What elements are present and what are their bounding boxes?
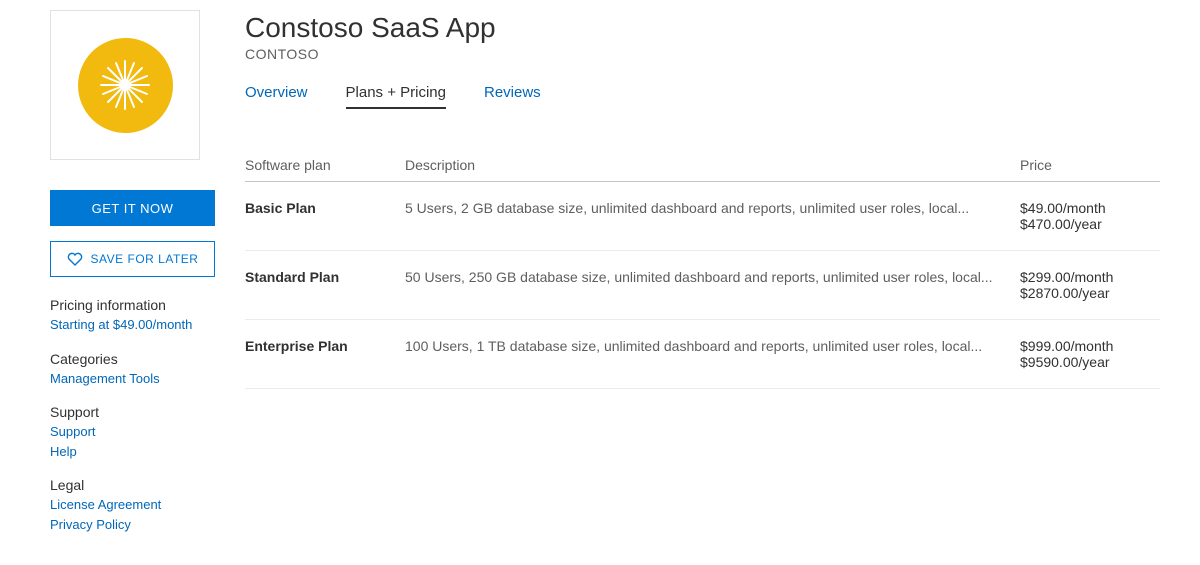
categories-section: Categories Management Tools — [50, 351, 215, 389]
col-header-plan: Software plan — [245, 149, 405, 182]
legal-section: Legal License Agreement Privacy Policy — [50, 477, 215, 534]
legal-label: Legal — [50, 477, 215, 493]
plan-name: Basic Plan — [245, 182, 405, 251]
publisher-name: CONTOSO — [245, 46, 1160, 62]
plan-price: $299.00/month $2870.00/year — [1020, 251, 1160, 320]
tab-plans-pricing[interactable]: Plans + Pricing — [346, 84, 446, 109]
pricing-info-link[interactable]: Starting at $49.00/month — [50, 315, 215, 335]
app-title: Constoso SaaS App — [245, 12, 1160, 44]
col-header-description: Description — [405, 149, 1020, 182]
privacy-link[interactable]: Privacy Policy — [50, 515, 215, 535]
tab-reviews[interactable]: Reviews — [484, 84, 541, 109]
price-year: $470.00/year — [1020, 216, 1150, 232]
tab-overview[interactable]: Overview — [245, 84, 308, 109]
table-row[interactable]: Basic Plan 5 Users, 2 GB database size, … — [245, 182, 1160, 251]
plan-description: 5 Users, 2 GB database size, unlimited d… — [405, 182, 1020, 251]
support-label: Support — [50, 404, 215, 420]
price-month: $49.00/month — [1020, 200, 1150, 216]
save-for-later-button[interactable]: SAVE FOR LATER — [50, 241, 215, 277]
tab-bar: Overview Plans + Pricing Reviews — [245, 84, 1160, 109]
support-link[interactable]: Support — [50, 422, 215, 442]
price-year: $9590.00/year — [1020, 354, 1150, 370]
plan-description: 50 Users, 250 GB database size, unlimite… — [405, 251, 1020, 320]
col-header-price: Price — [1020, 149, 1160, 182]
app-logo — [50, 10, 200, 160]
save-for-later-label: SAVE FOR LATER — [91, 252, 199, 266]
sun-icon — [78, 38, 173, 133]
plan-price: $999.00/month $9590.00/year — [1020, 320, 1160, 389]
price-month: $299.00/month — [1020, 269, 1150, 285]
get-it-now-button[interactable]: GET IT NOW — [50, 190, 215, 226]
main-content: Constoso SaaS App CONTOSO Overview Plans… — [245, 10, 1160, 550]
pricing-table: Software plan Description Price Basic Pl… — [245, 149, 1160, 389]
table-row[interactable]: Standard Plan 50 Users, 250 GB database … — [245, 251, 1160, 320]
categories-label: Categories — [50, 351, 215, 367]
plan-price: $49.00/month $470.00/year — [1020, 182, 1160, 251]
pricing-info: Pricing information Starting at $49.00/m… — [50, 297, 215, 335]
table-row[interactable]: Enterprise Plan 100 Users, 1 TB database… — [245, 320, 1160, 389]
plan-name: Enterprise Plan — [245, 320, 405, 389]
pricing-info-label: Pricing information — [50, 297, 215, 313]
heart-icon — [67, 252, 83, 266]
plan-name: Standard Plan — [245, 251, 405, 320]
support-section: Support Support Help — [50, 404, 215, 461]
plan-description: 100 Users, 1 TB database size, unlimited… — [405, 320, 1020, 389]
sidebar: GET IT NOW SAVE FOR LATER Pricing inform… — [50, 10, 215, 550]
price-year: $2870.00/year — [1020, 285, 1150, 301]
license-link[interactable]: License Agreement — [50, 495, 215, 515]
categories-link[interactable]: Management Tools — [50, 369, 215, 389]
help-link[interactable]: Help — [50, 442, 215, 462]
price-month: $999.00/month — [1020, 338, 1150, 354]
